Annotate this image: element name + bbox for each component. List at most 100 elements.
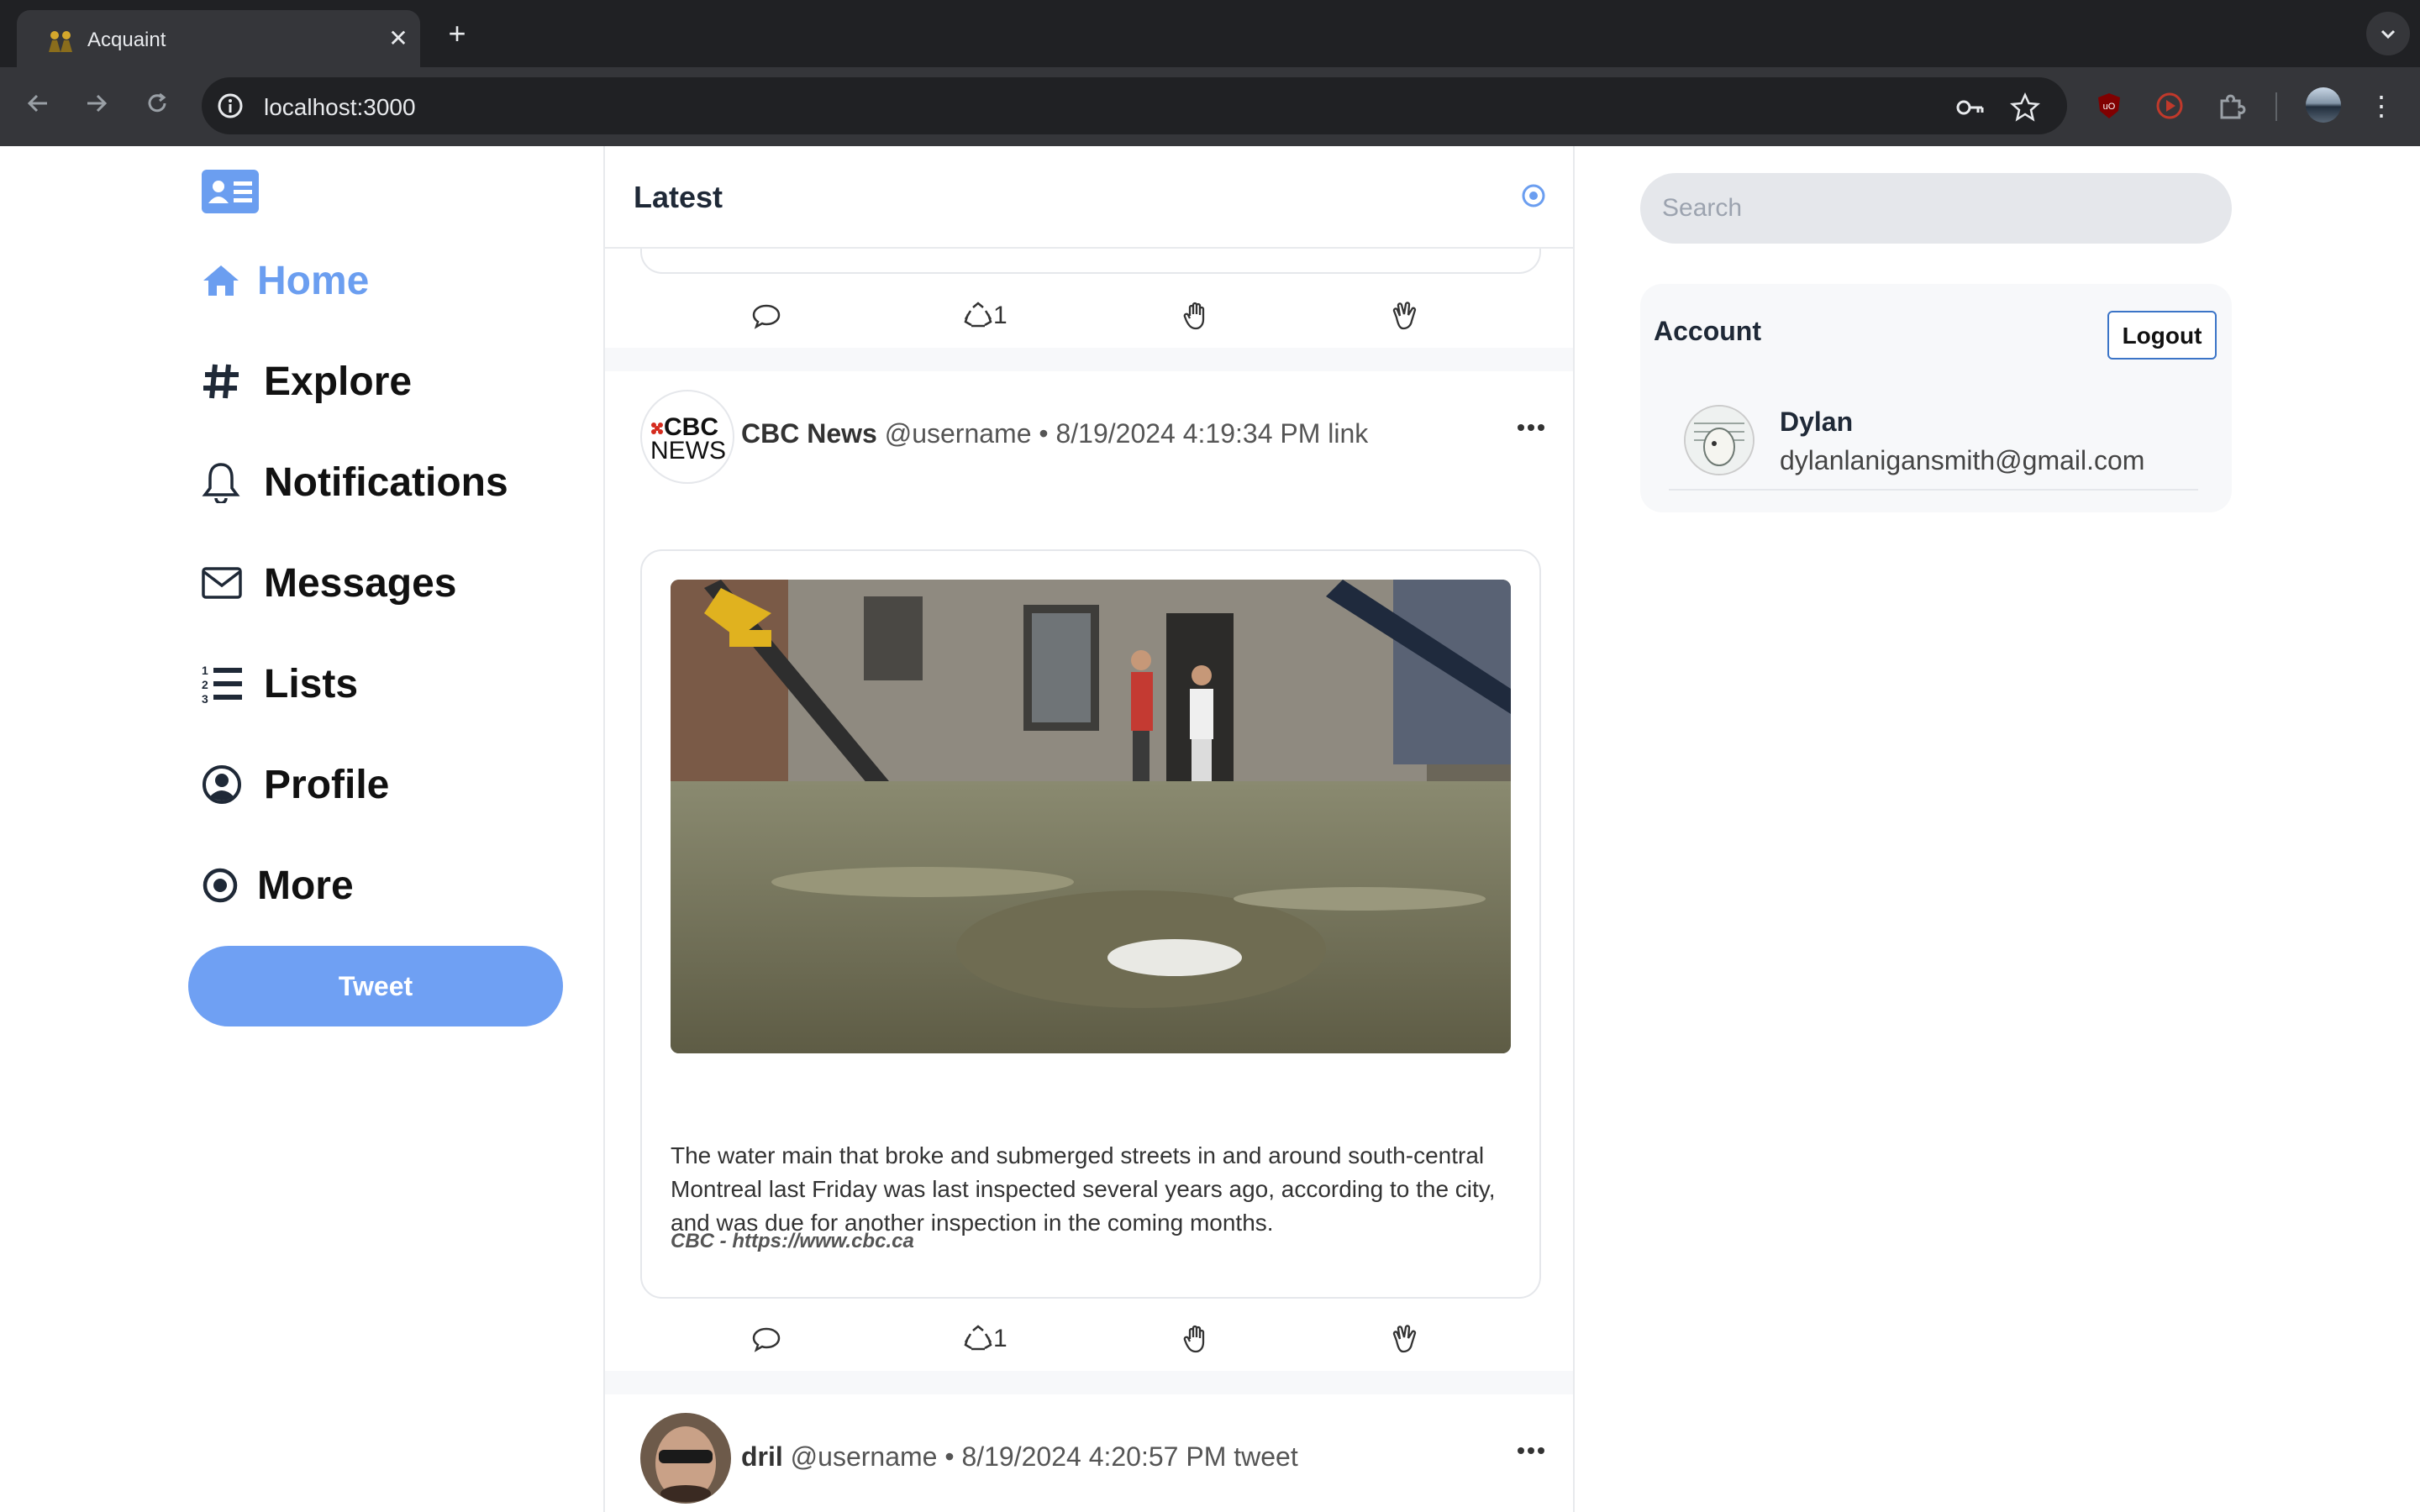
post-handle[interactable]: @username: [791, 1441, 938, 1472]
tab-search-button[interactable]: [2366, 12, 2410, 55]
account-email: dylanlanigansmith@gmail.com: [1780, 445, 2145, 475]
account-panel: Account Logout Dylan dylanlanigansmith@g…: [1640, 284, 2232, 512]
post-author-name[interactable]: CBC News: [741, 418, 877, 449]
sidebar-item-label: Notifications: [264, 459, 508, 505]
sidebar-item-messages[interactable]: Messages: [202, 554, 456, 612]
flooded-street-photo: [671, 580, 1511, 1053]
reply-button[interactable]: [751, 291, 781, 341]
comment-icon: [752, 304, 781, 329]
back-button[interactable]: [18, 87, 57, 126]
hand-icon: [1183, 302, 1205, 330]
sidebar-item-more[interactable]: More: [202, 856, 354, 915]
recycle-icon: [964, 302, 992, 328]
hand-spock-icon: [1392, 1325, 1417, 1353]
avatar[interactable]: CBC NEWS: [640, 390, 734, 484]
sidebar-item-label: Profile: [264, 762, 390, 807]
browser-menu-icon[interactable]: ⋮: [2368, 89, 2395, 123]
reload-button[interactable]: [138, 87, 176, 126]
svg-text:3: 3: [202, 692, 208, 705]
post-separator: [605, 348, 1573, 371]
url-text: localhost:3000: [264, 94, 416, 120]
post-meta: dril @username • 8/19/2024 4:20:57 PM tw…: [741, 1441, 1298, 1473]
tweet-button[interactable]: Tweet: [188, 946, 563, 1026]
svg-text:2: 2: [202, 678, 208, 691]
avatar[interactable]: [640, 1413, 731, 1504]
repost-count: 1: [993, 302, 1007, 329]
link-preview-image: [671, 580, 1511, 1053]
account-title: Account: [1654, 316, 1761, 346]
account-row[interactable]: Dylan dylanlanigansmith@gmail.com: [1669, 405, 2198, 491]
more-options-icon[interactable]: [1514, 1438, 1548, 1463]
sidebar-item-label: Messages: [264, 560, 457, 606]
sidebar-item-notifications[interactable]: Notifications: [202, 453, 508, 512]
avatar: [1684, 405, 1754, 475]
post-header: dril @username • 8/19/2024 4:20:57 PM tw…: [640, 1413, 1548, 1507]
dot-circle-icon: [203, 868, 238, 903]
feed-settings-icon[interactable]: [1521, 183, 1546, 208]
browser-tab[interactable]: Acquaint ✕: [17, 10, 420, 67]
browser-profile-avatar[interactable]: [2306, 87, 2341, 123]
post-timestamp: 8/19/2024 4:20:57 PM: [961, 1441, 1227, 1472]
user-icon: [203, 765, 241, 804]
link-preview-source[interactable]: CBC - https://www.cbc.ca: [671, 1230, 914, 1253]
comment-icon: [752, 1327, 781, 1352]
account-name: Dylan: [1780, 407, 1854, 437]
chevron-down-icon: [2381, 29, 2396, 39]
forward-button[interactable]: [77, 87, 116, 126]
tab-close-icon[interactable]: ✕: [383, 24, 413, 54]
logout-button[interactable]: Logout: [2107, 311, 2217, 360]
acquaint-favicon-icon: [49, 31, 72, 52]
address-bar[interactable]: localhost:3000: [202, 77, 2067, 134]
repost-count: 1: [993, 1325, 1007, 1352]
post-meta: CBC News @username • 8/19/2024 4:19:34 P…: [741, 418, 1368, 449]
toolbar-divider: [2275, 92, 2277, 121]
recycle-icon: [964, 1325, 992, 1351]
ublock-icon[interactable]: uO: [2094, 91, 2124, 121]
dril-avatar-image: [640, 1413, 731, 1504]
wave-button[interactable]: [1181, 291, 1212, 341]
arrow-left-icon: [27, 94, 47, 113]
sidebar-item-home[interactable]: Home: [202, 251, 369, 310]
sidebar-item-label: More: [257, 863, 354, 908]
browser-toolbar: localhost:3000 uO ⋮: [0, 67, 2420, 146]
sidebar-item-label: Home: [257, 258, 370, 303]
sidebar-item-lists[interactable]: 1 2 3 Lists: [202, 654, 358, 713]
feed-title: Latest: [634, 180, 723, 214]
home-icon: [203, 265, 239, 296]
repost-button[interactable]: 1: [963, 1314, 1007, 1364]
sidebar-item-profile[interactable]: Profile: [202, 755, 389, 814]
previous-post-actions: 1: [605, 291, 1573, 341]
link-preview-description: The water main that broke and submerged …: [671, 1142, 1496, 1236]
post-header: CBC NEWS CBC News @username • 8/19/2024 …: [640, 390, 1548, 484]
vulcan-button[interactable]: [1390, 1314, 1420, 1364]
post-handle[interactable]: @username: [885, 418, 1032, 449]
post-author-name[interactable]: dril: [741, 1441, 783, 1472]
new-tab-button[interactable]: +: [439, 17, 476, 54]
more-options-icon[interactable]: [1514, 415, 1548, 440]
feed-column: 1 CBC NEWS CBC News @username • 8/19/202…: [603, 146, 1575, 1512]
repost-button[interactable]: 1: [963, 291, 1007, 341]
post-kind: tweet: [1234, 1441, 1298, 1472]
svg-text:NEWS: NEWS: [650, 437, 726, 465]
post-kind: link: [1328, 418, 1369, 449]
hand-spock-icon: [1392, 302, 1417, 330]
site-info-icon[interactable]: [217, 92, 244, 119]
envelope-icon: [202, 567, 242, 599]
key-icon[interactable]: [1954, 92, 1985, 123]
media-extension-icon[interactable]: [2154, 91, 2185, 121]
user-avatar-image: [1686, 407, 1753, 474]
acquaint-logo-icon[interactable]: [202, 170, 259, 213]
reply-button[interactable]: [751, 1314, 781, 1364]
extensions-puzzle-icon[interactable]: [2217, 91, 2247, 121]
hand-icon: [1183, 1325, 1205, 1353]
svg-text:uO: uO: [2103, 102, 2116, 112]
wave-button[interactable]: [1181, 1314, 1212, 1364]
sidebar-item-explore[interactable]: Explore: [202, 352, 412, 411]
post-actions: 1: [605, 1314, 1573, 1364]
vulcan-button[interactable]: [1390, 291, 1420, 341]
reload-icon: [148, 92, 166, 113]
star-icon[interactable]: [2010, 92, 2040, 123]
link-preview-card[interactable]: The water main that broke and submerged …: [640, 549, 1541, 1299]
list-icon: 1 2 3: [202, 664, 242, 705]
search-input[interactable]: [1640, 173, 2232, 244]
